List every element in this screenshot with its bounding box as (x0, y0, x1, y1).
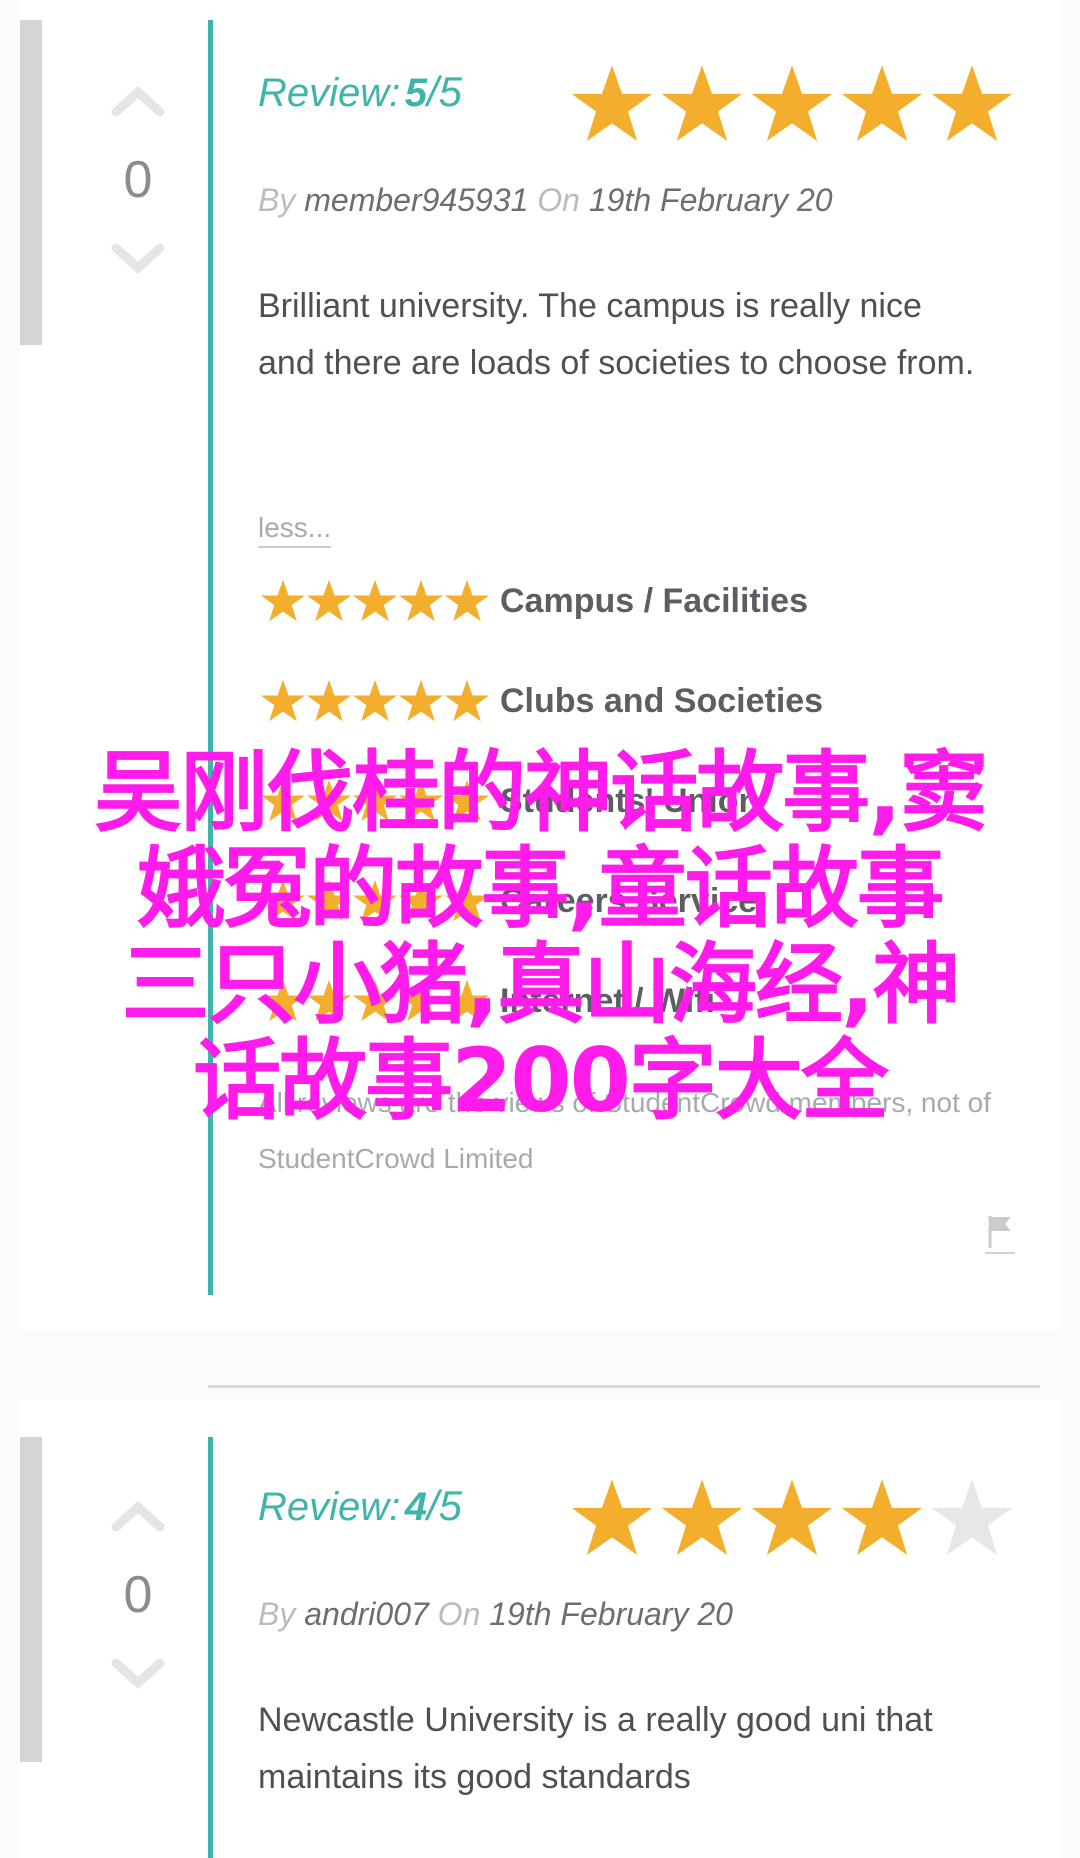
review-byline: By member945931 On 19th February 20 (258, 182, 833, 219)
review-body: Newcastle University is a really good un… (258, 1701, 933, 1796)
on-label: On (437, 1596, 481, 1632)
review-date: 19th February 20 (489, 1596, 733, 1632)
review-score-max: /5 (426, 68, 462, 115)
review-score: 4 (404, 1485, 427, 1529)
star-filled-icon (306, 679, 352, 722)
overlay-caption: 吴刚伐桂的神话故事,窦 娥冤的故事,童话故事 三只小猪,真山海经,神 话故事20… (0, 745, 1080, 1129)
review-byline: By andri007 On 19th February 20 (258, 1596, 733, 1633)
review-score-heading: Review: 5/5 (258, 68, 462, 116)
review-score-heading: Review: 4/5 (258, 1482, 462, 1530)
vote-column: 0 (98, 80, 178, 300)
downvote-chevron-down-icon[interactable] (110, 240, 166, 280)
review-author: andri007 (304, 1596, 429, 1632)
category-label: Clubs and Societies (500, 681, 824, 720)
star-filled-icon (751, 1479, 833, 1555)
star-filled-icon (352, 679, 398, 722)
review-score: 5 (404, 71, 427, 115)
star-filled-icon (398, 579, 444, 622)
overlay-line: 话故事200字大全 (193, 1029, 889, 1132)
star-filled-icon (260, 679, 306, 722)
on-label: On (537, 182, 580, 218)
star-filled-icon (444, 579, 490, 622)
category-stars (260, 578, 490, 624)
star-filled-icon (841, 65, 923, 141)
review-accent-bar (208, 1437, 213, 1858)
star-filled-icon (661, 1479, 743, 1555)
by-label: By (258, 1596, 296, 1632)
overall-star-rating (570, 1476, 1014, 1560)
category-rating-row: Clubs and Societies (260, 678, 823, 724)
star-filled-icon (444, 679, 490, 722)
category-rating-row: Campus / Facilities (260, 578, 808, 624)
review-label: Review: (258, 71, 401, 115)
star-filled-icon (661, 65, 743, 141)
star-filled-icon (571, 1479, 653, 1555)
vote-sidebar-bar (20, 1437, 42, 1762)
star-filled-icon (306, 579, 352, 622)
star-empty-icon (931, 1479, 1013, 1555)
review-date: 19th February 20 (588, 182, 833, 218)
star-filled-icon (398, 679, 444, 722)
star-filled-icon (751, 65, 833, 141)
overall-star-rating (570, 62, 1014, 146)
review-author: member945931 (304, 182, 529, 218)
star-filled-icon (260, 579, 306, 622)
vote-column: 0 (98, 1495, 178, 1715)
overlay-line: 娥冤的故事,童话故事 (137, 837, 944, 940)
vote-count: 0 (123, 151, 153, 209)
by-label: By (258, 182, 296, 218)
review-score-max: /5 (426, 1482, 462, 1529)
downvote-chevron-down-icon[interactable] (110, 1655, 166, 1695)
star-filled-icon (931, 65, 1013, 141)
less-link[interactable]: less... (258, 512, 332, 548)
vote-sidebar-bar (20, 20, 42, 345)
overlay-line: 三只小猪,真山海经,神 (121, 933, 961, 1036)
category-stars (260, 678, 490, 724)
report-flag-icon[interactable] (985, 1212, 1015, 1254)
review-label: Review: (258, 1485, 401, 1529)
star-filled-icon (352, 579, 398, 622)
review-body: Brilliant university. The campus is real… (258, 287, 975, 382)
overlay-line: 吴刚伐桂的神话故事,窦 (94, 741, 987, 844)
review-card: 0 Review: 4/5 By andri007 On 19th Februa… (20, 1400, 1060, 1858)
star-filled-icon (571, 65, 653, 141)
vote-count: 0 (123, 1566, 153, 1624)
upvote-chevron-up-icon[interactable] (110, 80, 166, 120)
star-filled-icon (841, 1479, 923, 1555)
category-label: Campus / Facilities (500, 581, 808, 620)
review-separator (208, 1385, 1040, 1388)
upvote-chevron-up-icon[interactable] (110, 1495, 166, 1535)
